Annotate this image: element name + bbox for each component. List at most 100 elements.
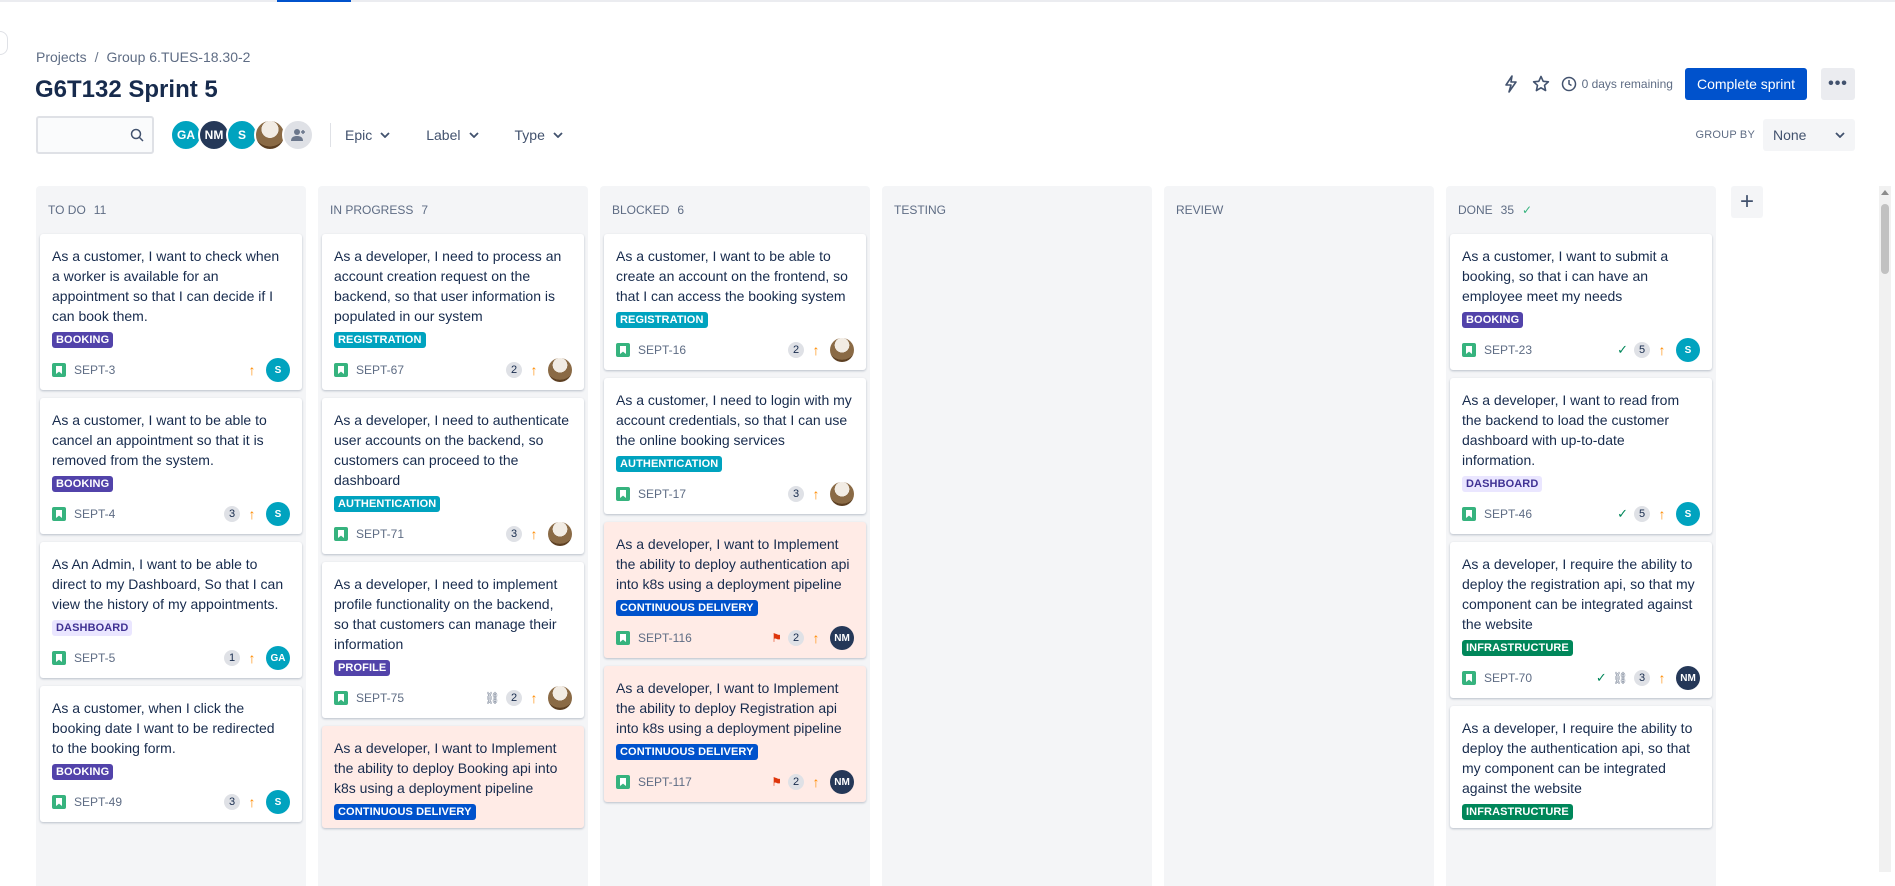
board-scrollbar[interactable] bbox=[1879, 186, 1891, 872]
assignee-avatar[interactable] bbox=[548, 522, 572, 546]
assignee-avatar[interactable]: S bbox=[1676, 502, 1700, 526]
issue-card[interactable]: As a developer, I need to implement prof… bbox=[322, 562, 584, 718]
issue-card[interactable]: As a developer, I need to process an acc… bbox=[322, 234, 584, 390]
breadcrumb: Projects / Group 6.TUES-18.30-2 bbox=[36, 49, 250, 65]
automation-icon[interactable] bbox=[1499, 72, 1523, 96]
issue-card[interactable]: As An Admin, I want to be able to direct… bbox=[40, 542, 302, 678]
story-points: 3 bbox=[224, 794, 240, 810]
story-points: 2 bbox=[788, 342, 804, 358]
epic-label: BOOKING bbox=[52, 764, 114, 780]
issue-card[interactable]: As a developer, I want to read from the … bbox=[1450, 378, 1712, 534]
card-summary: As a developer, I need to authenticate u… bbox=[334, 412, 570, 488]
issue-card[interactable]: As a customer, I want to be able to canc… bbox=[40, 398, 302, 534]
column-header: TESTING bbox=[886, 186, 1148, 234]
issue-key[interactable]: SEPT-117 bbox=[638, 775, 765, 789]
story-points: 3 bbox=[224, 506, 240, 522]
more-actions-button[interactable]: ••• bbox=[1821, 68, 1855, 100]
page-title: G6T132 Sprint 5 bbox=[35, 76, 218, 103]
issue-card[interactable]: As a customer, when I click the booking … bbox=[40, 686, 302, 822]
scrollbar-thumb[interactable] bbox=[1881, 204, 1889, 274]
card-footer: SEPT-16 2 ↑ bbox=[616, 338, 854, 362]
issue-card[interactable]: As a developer, I need to authenticate u… bbox=[322, 398, 584, 554]
column-blocked: BLOCKED 6 As a customer, I want to be ab… bbox=[600, 186, 870, 886]
issue-key[interactable]: SEPT-49 bbox=[74, 795, 218, 809]
issue-key[interactable]: SEPT-70 bbox=[1484, 671, 1590, 685]
assignee-avatar[interactable]: S bbox=[266, 358, 290, 382]
issue-card[interactable]: As a customer, I want to submit a bookin… bbox=[1450, 234, 1712, 370]
assignee-avatar[interactable]: S bbox=[1676, 338, 1700, 362]
issue-card[interactable]: As a developer, I require the ability to… bbox=[1450, 706, 1712, 828]
epic-label: REGISTRATION bbox=[334, 332, 426, 348]
star-icon[interactable] bbox=[1529, 72, 1553, 96]
assignee-avatar[interactable]: GA bbox=[266, 646, 290, 670]
assignee-avatar[interactable]: S bbox=[266, 502, 290, 526]
issue-key[interactable]: SEPT-67 bbox=[356, 363, 500, 377]
group-by-label: GROUP BY bbox=[1695, 129, 1755, 141]
priority-high-icon: ↑ bbox=[248, 794, 256, 810]
complete-sprint-button[interactable]: Complete sprint bbox=[1684, 68, 1807, 100]
add-column-button[interactable]: + bbox=[1731, 186, 1763, 218]
epic-filter[interactable]: Epic bbox=[345, 127, 390, 143]
breadcrumb-projects[interactable]: Projects bbox=[36, 49, 87, 65]
chevron-down-icon bbox=[553, 132, 563, 138]
label-filter[interactable]: Label bbox=[426, 127, 479, 143]
issue-card[interactable]: As a customer, I want to be able to crea… bbox=[604, 234, 866, 370]
priority-high-icon: ↑ bbox=[812, 630, 820, 646]
issue-key[interactable]: SEPT-23 bbox=[1484, 343, 1611, 357]
assignee-avatar[interactable]: NM bbox=[830, 626, 854, 650]
issue-card[interactable]: As a developer, I want to Implement the … bbox=[604, 522, 866, 658]
issue-key[interactable]: SEPT-17 bbox=[638, 487, 782, 501]
assignee-avatar[interactable] bbox=[830, 338, 854, 362]
issue-card[interactable]: As a developer, I want to Implement the … bbox=[322, 726, 584, 828]
breadcrumb-group[interactable]: Group 6.TUES-18.30-2 bbox=[106, 49, 250, 65]
sprint-time-remaining: 0 days remaining bbox=[1561, 76, 1673, 92]
card-summary: As a developer, I want to Implement the … bbox=[334, 740, 558, 796]
assignee-avatar[interactable] bbox=[548, 358, 572, 382]
breadcrumb-separator: / bbox=[94, 49, 99, 65]
issue-card[interactable]: As a customer, I need to login with my a… bbox=[604, 378, 866, 514]
story-icon bbox=[1462, 343, 1476, 357]
issue-key[interactable]: SEPT-116 bbox=[638, 631, 765, 645]
search-field[interactable] bbox=[36, 116, 154, 154]
story-points: 2 bbox=[788, 774, 804, 790]
epic-label: AUTHENTICATION bbox=[616, 456, 723, 472]
type-filter[interactable]: Type bbox=[515, 127, 563, 143]
issue-key[interactable]: SEPT-3 bbox=[74, 363, 240, 377]
group-by: GROUP BY None bbox=[1696, 119, 1855, 151]
card-summary: As a developer, I need to implement prof… bbox=[334, 576, 558, 652]
card-summary: As a developer, I require the ability to… bbox=[1462, 720, 1693, 796]
issue-card[interactable]: As a customer, I want to check when a wo… bbox=[40, 234, 302, 390]
card-footer: SEPT-70 ✓ ⛓ 3 ↑ NM bbox=[1462, 666, 1700, 690]
column-name: BLOCKED bbox=[612, 203, 670, 217]
group-by-select[interactable]: None bbox=[1763, 119, 1855, 151]
issue-card[interactable]: As a developer, I require the ability to… bbox=[1450, 542, 1712, 698]
card-summary: As a developer, I require the ability to… bbox=[1462, 556, 1695, 632]
issue-key[interactable]: SEPT-71 bbox=[356, 527, 500, 541]
issue-key[interactable]: SEPT-75 bbox=[356, 691, 479, 705]
assignee-avatar[interactable]: NM bbox=[1676, 666, 1700, 690]
card-summary: As a customer, I want to check when a wo… bbox=[52, 248, 280, 324]
scroll-up-arrow-icon[interactable] bbox=[1881, 190, 1889, 195]
issue-key[interactable]: SEPT-4 bbox=[74, 507, 218, 521]
priority-high-icon: ↑ bbox=[530, 690, 538, 706]
column-header: REVIEW bbox=[1168, 186, 1430, 234]
column-in-progress: IN PROGRESS 7 As a developer, I need to … bbox=[318, 186, 588, 886]
assignee-avatar[interactable] bbox=[830, 482, 854, 506]
epic-label: REGISTRATION bbox=[616, 312, 708, 328]
subtask-icon: ⛓ bbox=[484, 691, 500, 705]
issue-key[interactable]: SEPT-5 bbox=[74, 651, 218, 665]
filter-divider bbox=[330, 123, 331, 147]
priority-high-icon: ↑ bbox=[1658, 342, 1666, 358]
assignee-avatar[interactable]: S bbox=[266, 790, 290, 814]
flag-icon: ⚑ bbox=[771, 775, 782, 789]
add-people-icon[interactable] bbox=[282, 119, 314, 151]
priority-high-icon: ↑ bbox=[248, 650, 256, 666]
assignee-avatar[interactable] bbox=[548, 686, 572, 710]
sidebar-expand-handle[interactable] bbox=[0, 31, 8, 55]
card-summary: As a customer, I want to be able to crea… bbox=[616, 248, 848, 304]
issue-card[interactable]: As a developer, I want to Implement the … bbox=[604, 666, 866, 802]
assignee-avatar[interactable]: NM bbox=[830, 770, 854, 794]
card-summary: As a customer, I want to submit a bookin… bbox=[1462, 248, 1669, 304]
issue-key[interactable]: SEPT-16 bbox=[638, 343, 782, 357]
issue-key[interactable]: SEPT-46 bbox=[1484, 507, 1611, 521]
